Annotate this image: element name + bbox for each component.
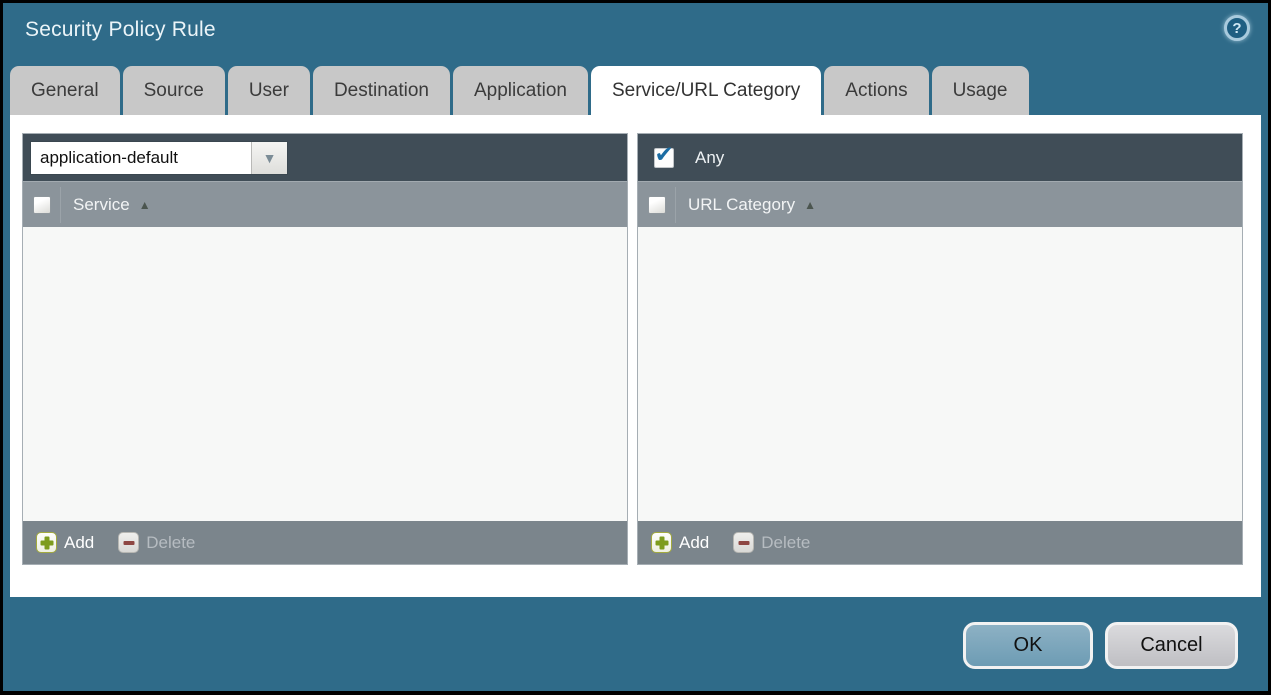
ok-button[interactable]: OK: [963, 622, 1093, 669]
cancel-button[interactable]: Cancel: [1105, 622, 1238, 669]
check-icon: ✔: [654, 140, 674, 167]
tab-content: ▼ Service ▲ Add Delete: [10, 115, 1261, 597]
service-panel: ▼ Service ▲ Add Delete: [22, 133, 628, 565]
service-panel-header: ▼: [23, 134, 627, 181]
title-bar: Security Policy Rule ?: [3, 3, 1268, 66]
tab-application[interactable]: Application: [453, 66, 588, 115]
url-category-toolbar: Add Delete: [638, 521, 1242, 564]
add-button-label: Add: [64, 532, 95, 552]
url-category-select-all-cell: [638, 195, 675, 214]
minus-icon: [733, 532, 755, 553]
url-category-list-body: [638, 227, 1242, 521]
tab-bar: General Source User Destination Applicat…: [10, 66, 1029, 115]
any-checkbox[interactable]: ✔: [653, 141, 674, 168]
service-type-dropdown-input[interactable]: [31, 141, 251, 174]
tab-source[interactable]: Source: [122, 66, 225, 115]
dialog-title: Security Policy Rule: [25, 18, 216, 41]
url-category-add-button[interactable]: Add: [651, 532, 709, 553]
tab-user[interactable]: User: [227, 66, 310, 115]
plus-icon: [651, 532, 672, 553]
service-list-body: [23, 227, 627, 521]
column-divider: [60, 186, 61, 223]
sort-asc-icon[interactable]: ▲: [804, 198, 816, 212]
service-select-all-cell: [23, 195, 60, 214]
column-divider: [675, 186, 676, 223]
delete-button-label: Delete: [761, 532, 811, 552]
any-checkbox-cell: ✔: [645, 141, 682, 168]
service-column-header: Service ▲: [23, 181, 627, 227]
chevron-down-icon: ▼: [262, 149, 277, 166]
service-delete-button[interactable]: Delete: [118, 532, 195, 553]
tab-destination[interactable]: Destination: [312, 66, 450, 115]
service-select-all-checkbox[interactable]: [32, 195, 51, 214]
sort-asc-icon[interactable]: ▲: [139, 198, 151, 212]
tab-service-url-category[interactable]: Service/URL Category: [590, 66, 822, 115]
minus-icon: [118, 532, 140, 553]
url-category-column-label[interactable]: URL Category: [688, 195, 795, 215]
delete-button-label: Delete: [146, 532, 196, 552]
service-column-label[interactable]: Service: [73, 195, 130, 215]
any-label: Any: [695, 147, 725, 167]
url-category-select-all-checkbox[interactable]: [647, 195, 666, 214]
url-category-panel-header: ✔ Any: [638, 134, 1242, 181]
service-type-dropdown[interactable]: ▼: [30, 140, 288, 175]
service-add-button[interactable]: Add: [36, 532, 94, 553]
tab-actions[interactable]: Actions: [824, 66, 929, 115]
tab-usage[interactable]: Usage: [931, 66, 1029, 115]
security-policy-rule-dialog: Security Policy Rule ? General Source Us…: [3, 3, 1268, 691]
url-category-panel: ✔ Any URL Category ▲ Add Delete: [637, 133, 1243, 565]
service-type-dropdown-button[interactable]: ▼: [251, 141, 287, 174]
help-icon[interactable]: ?: [1224, 15, 1250, 41]
url-category-delete-button[interactable]: Delete: [733, 532, 810, 553]
tab-general[interactable]: General: [10, 66, 120, 115]
plus-icon: [36, 532, 57, 553]
service-toolbar: Add Delete: [23, 521, 627, 564]
url-category-column-header: URL Category ▲: [638, 181, 1242, 227]
add-button-label: Add: [679, 532, 710, 552]
